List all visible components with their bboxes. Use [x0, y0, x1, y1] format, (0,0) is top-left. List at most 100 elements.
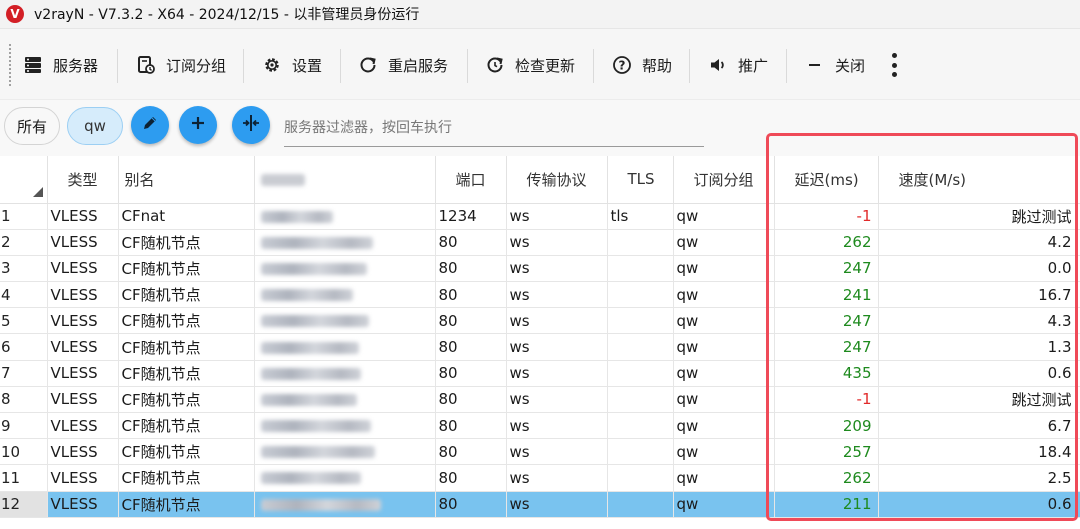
cell-alias: CF随机节点: [118, 229, 255, 256]
svg-text:?: ?: [619, 59, 626, 73]
cell-address: [254, 281, 436, 309]
corner-triangle-icon: [32, 186, 43, 197]
cell-port: 80: [435, 438, 507, 466]
redacted-address: [260, 315, 369, 328]
table-row[interactable]: 10 VLESS CF随机节点 80 ws qw 257 18.4: [0, 438, 1080, 466]
title-bar: V v2rayN - V7.3.2 - X64 - 2024/12/15 - 以…: [0, 0, 1080, 28]
redacted-address: [260, 367, 361, 380]
cell-port: 80: [435, 491, 507, 518]
split-columns-icon: [241, 113, 261, 137]
minus-icon: [804, 54, 826, 76]
settings-button[interactable]: 设置: [261, 45, 322, 85]
restart-icon: [357, 54, 379, 76]
table-row[interactable]: 7 VLESS CF随机节点 80 ws qw 435 0.6: [0, 360, 1080, 387]
table-body: 1 VLESS CFnat 1234 ws tls qw -1 跳过测试 2 VLESS CF随机节点…: [0, 203, 1080, 518]
group-chip-qw[interactable]: qw: [67, 107, 123, 145]
cell-port: 80: [435, 307, 507, 335]
check-update-label: 检查更新: [515, 56, 576, 75]
column-header-transport[interactable]: 传输协议: [506, 156, 608, 204]
servers-button[interactable]: 服务器: [22, 45, 98, 85]
column-header-delay[interactable]: 延迟(ms): [774, 156, 879, 204]
column-header-speed[interactable]: 速度(M/s): [878, 156, 1080, 204]
redacted-address: [260, 289, 353, 302]
cell-alias: CF随机节点: [118, 360, 255, 387]
cell-type: VLESS: [47, 412, 119, 440]
cell-transport: ws: [506, 307, 608, 335]
update-icon: [484, 54, 506, 76]
table-row[interactable]: 6 VLESS CF随机节点 80 ws qw 247 1.3: [0, 333, 1080, 361]
server-filter-input[interactable]: [284, 109, 704, 147]
redacted-address: [260, 341, 359, 354]
servers-label: 服务器: [53, 56, 99, 75]
cell-alias: CF随机节点: [118, 491, 255, 518]
cell-tls: [607, 307, 674, 335]
column-header-port[interactable]: 端口: [435, 156, 507, 204]
cell-port: 80: [435, 229, 507, 256]
table-row[interactable]: 2 VLESS CF随机节点 80 ws qw 262 4.2: [0, 229, 1080, 256]
cell-transport: ws: [506, 360, 608, 387]
cell-sub-group: qw: [673, 464, 775, 492]
promote-button[interactable]: 推广: [707, 45, 768, 85]
column-header-tls[interactable]: TLS: [607, 156, 674, 204]
toolbar-grip[interactable]: [8, 43, 12, 87]
split-view-button[interactable]: [232, 106, 270, 144]
cell-tls: tls: [607, 203, 674, 230]
column-header-alias[interactable]: 别名: [118, 156, 255, 204]
cell-delay: 257: [774, 438, 879, 466]
cell-transport: ws: [506, 203, 608, 230]
redacted-address: [260, 446, 375, 459]
table-row[interactable]: 4 VLESS CF随机节点 80 ws qw 241 16.7: [0, 281, 1080, 309]
table-row[interactable]: 3 VLESS CF随机节点 80 ws qw 247 0.0: [0, 255, 1080, 283]
cell-transport: ws: [506, 229, 608, 256]
cell-speed: 0.6: [878, 491, 1080, 518]
settings-label: 设置: [292, 56, 323, 75]
cell-alias: CFnat: [118, 203, 255, 230]
table-row[interactable]: 11 VLESS CF随机节点 80 ws qw 262 2.5: [0, 464, 1080, 492]
gear-icon: [261, 54, 283, 76]
column-header-sub-group[interactable]: 订阅分组: [673, 156, 775, 204]
cell-transport: ws: [506, 333, 608, 361]
cell-port: 80: [435, 360, 507, 387]
cell-type: VLESS: [47, 438, 119, 466]
cell-sub-group: qw: [673, 412, 775, 440]
check-update-button[interactable]: 检查更新: [484, 45, 575, 85]
table-row[interactable]: 1 VLESS CFnat 1234 ws tls qw -1 跳过测试: [0, 203, 1080, 230]
cell-alias: CF随机节点: [118, 333, 255, 361]
close-button[interactable]: 关闭: [804, 45, 865, 85]
row-index: 2: [0, 229, 48, 256]
subscription-group-button[interactable]: 订阅分组: [135, 45, 226, 85]
cell-speed: 跳过测试: [878, 386, 1080, 414]
more-vertical-icon[interactable]: [889, 51, 899, 79]
edit-group-button[interactable]: [131, 106, 169, 144]
cell-transport: ws: [506, 438, 608, 466]
cell-address: [254, 386, 436, 414]
table-row[interactable]: 12 VLESS CF随机节点 80 ws qw 211 0.6: [0, 491, 1080, 518]
cell-speed: 2.5: [878, 464, 1080, 492]
cell-type: VLESS: [47, 307, 119, 335]
table-row[interactable]: 5 VLESS CF随机节点 80 ws qw 247 4.3: [0, 307, 1080, 335]
cell-port: 80: [435, 255, 507, 283]
cell-address: [254, 307, 436, 335]
redacted-address: [260, 236, 373, 249]
help-button[interactable]: ? 帮助: [611, 45, 672, 85]
cell-speed: 4.3: [878, 307, 1080, 335]
select-all-corner[interactable]: [0, 156, 48, 204]
cell-tls: [607, 491, 674, 518]
server-table: 类型 别名 端口 传输协议 TLS 订阅分组 延迟(ms) 速度(M/s) 1V…: [0, 156, 1080, 518]
column-header-type[interactable]: 类型: [47, 156, 119, 204]
restart-service-button[interactable]: 重启服务: [357, 45, 448, 85]
group-chip-all[interactable]: 所有: [4, 107, 60, 145]
cell-address: [254, 203, 436, 230]
add-group-button[interactable]: [179, 106, 217, 144]
cell-type: VLESS: [47, 386, 119, 414]
table-row[interactable]: 9 VLESS CF随机节点 80 ws qw 209 6.7: [0, 412, 1080, 440]
cell-transport: ws: [506, 464, 608, 492]
cell-speed: 跳过测试: [878, 203, 1080, 230]
row-index: 5: [0, 307, 48, 335]
cell-sub-group: qw: [673, 491, 775, 518]
toolbar-divider: [243, 49, 244, 83]
row-index: 8: [0, 386, 48, 414]
column-header-address[interactable]: [254, 156, 436, 204]
table-row[interactable]: 8 VLESS CF随机节点 80 ws qw -1 跳过测试: [0, 386, 1080, 414]
cell-delay: 247: [774, 333, 879, 361]
